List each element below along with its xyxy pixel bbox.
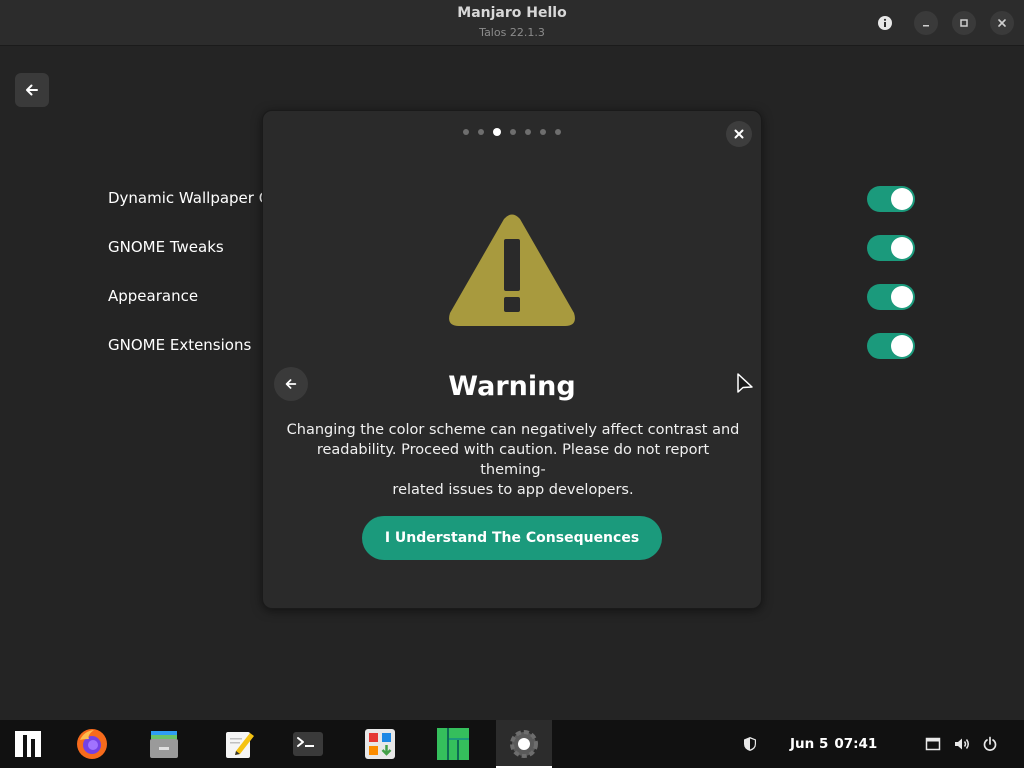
dialog-message-line: Changing the color scheme can negatively… — [286, 422, 740, 438]
window-title: Manjaro Hello — [457, 5, 567, 21]
setting-label-dynamic-wallpaper: Dynamic Wallpaper Cr — [108, 189, 276, 207]
warning-dialog: Warning Changing the color scheme can ne… — [262, 110, 762, 609]
taskbar-app-text-editor[interactable] — [211, 720, 267, 768]
manjaro-hello-icon — [437, 728, 469, 760]
understand-consequences-button[interactable]: I Understand The Consequences — [362, 516, 662, 560]
setting-label-gnome-extensions: GNOME Extensions — [108, 336, 252, 354]
clock[interactable]: Jun 5 07:41 — [790, 720, 877, 768]
manjaro-menu-icon — [15, 731, 41, 757]
setting-label-gnome-tweaks: GNOME Tweaks — [108, 238, 224, 256]
dialog-message-line: related issues to app developers. — [392, 482, 634, 498]
close-icon — [734, 129, 744, 139]
taskbar-app-settings[interactable] — [496, 720, 552, 768]
taskbar-app-files[interactable] — [136, 720, 192, 768]
maximize-button[interactable] — [952, 11, 976, 35]
dialog-close-button[interactable] — [726, 121, 752, 147]
toggle-appearance[interactable] — [867, 284, 915, 310]
warning-triangle-icon — [449, 214, 575, 326]
toggle-knob — [891, 286, 913, 308]
shield-icon — [744, 737, 756, 751]
tray-power[interactable] — [979, 720, 1001, 768]
maximize-icon — [960, 19, 968, 27]
toggle-knob — [891, 188, 913, 210]
dialog-title: Warning — [448, 371, 576, 402]
info-icon — [878, 16, 892, 30]
minimize-icon — [923, 25, 929, 27]
page-dot[interactable] — [555, 129, 561, 135]
page-dot[interactable] — [463, 129, 469, 135]
tray-volume[interactable] — [951, 720, 973, 768]
page-dot[interactable] — [525, 129, 531, 135]
terminal-icon — [293, 732, 323, 756]
close-window-button[interactable] — [990, 11, 1014, 35]
about-button[interactable] — [873, 11, 897, 35]
page-dot-active[interactable] — [493, 128, 501, 136]
dialog-message-line: readability. Proceed with caution. Pleas… — [316, 442, 710, 478]
text-editor-icon — [226, 732, 254, 758]
taskbar-app-software[interactable] — [352, 720, 408, 768]
toggle-knob — [891, 335, 913, 357]
files-icon — [150, 731, 178, 758]
taskbar: Jun 5 07:41 — [0, 720, 1024, 768]
taskbar-app-menu[interactable] — [0, 720, 56, 768]
clock-time: 07:41 — [834, 736, 878, 752]
window-subtitle: Talos 22.1.3 — [479, 26, 545, 39]
power-icon — [983, 736, 997, 751]
page-dot[interactable] — [478, 129, 484, 135]
software-icon — [365, 729, 395, 759]
dialog-message: Changing the color scheme can negatively… — [283, 420, 743, 500]
page-back-button[interactable] — [15, 73, 49, 107]
firefox-icon — [77, 729, 107, 759]
title-bar: Manjaro Hello Talos 22.1.3 — [0, 0, 1024, 46]
arrow-left-icon — [26, 84, 38, 96]
tray-network[interactable] — [922, 720, 944, 768]
setting-label-appearance: Appearance — [108, 287, 199, 305]
page-dot[interactable] — [510, 129, 516, 135]
mouse-pointer-icon — [737, 373, 753, 393]
tray-security[interactable] — [738, 720, 762, 768]
minimize-button[interactable] — [914, 11, 938, 35]
toggle-dynamic-wallpaper[interactable] — [867, 186, 915, 212]
close-icon — [998, 19, 1006, 27]
clock-date: Jun 5 — [790, 736, 829, 752]
settings-icon — [510, 730, 538, 758]
page-indicator — [263, 128, 761, 136]
toggle-knob — [891, 237, 913, 259]
taskbar-app-firefox[interactable] — [64, 720, 120, 768]
toggle-gnome-tweaks[interactable] — [867, 235, 915, 261]
toggle-gnome-extensions[interactable] — [867, 333, 915, 359]
taskbar-app-terminal[interactable] — [280, 720, 336, 768]
page-dot[interactable] — [540, 129, 546, 135]
volume-icon — [955, 738, 969, 750]
network-icon — [925, 737, 941, 751]
taskbar-app-manjaro-hello[interactable] — [425, 720, 481, 768]
